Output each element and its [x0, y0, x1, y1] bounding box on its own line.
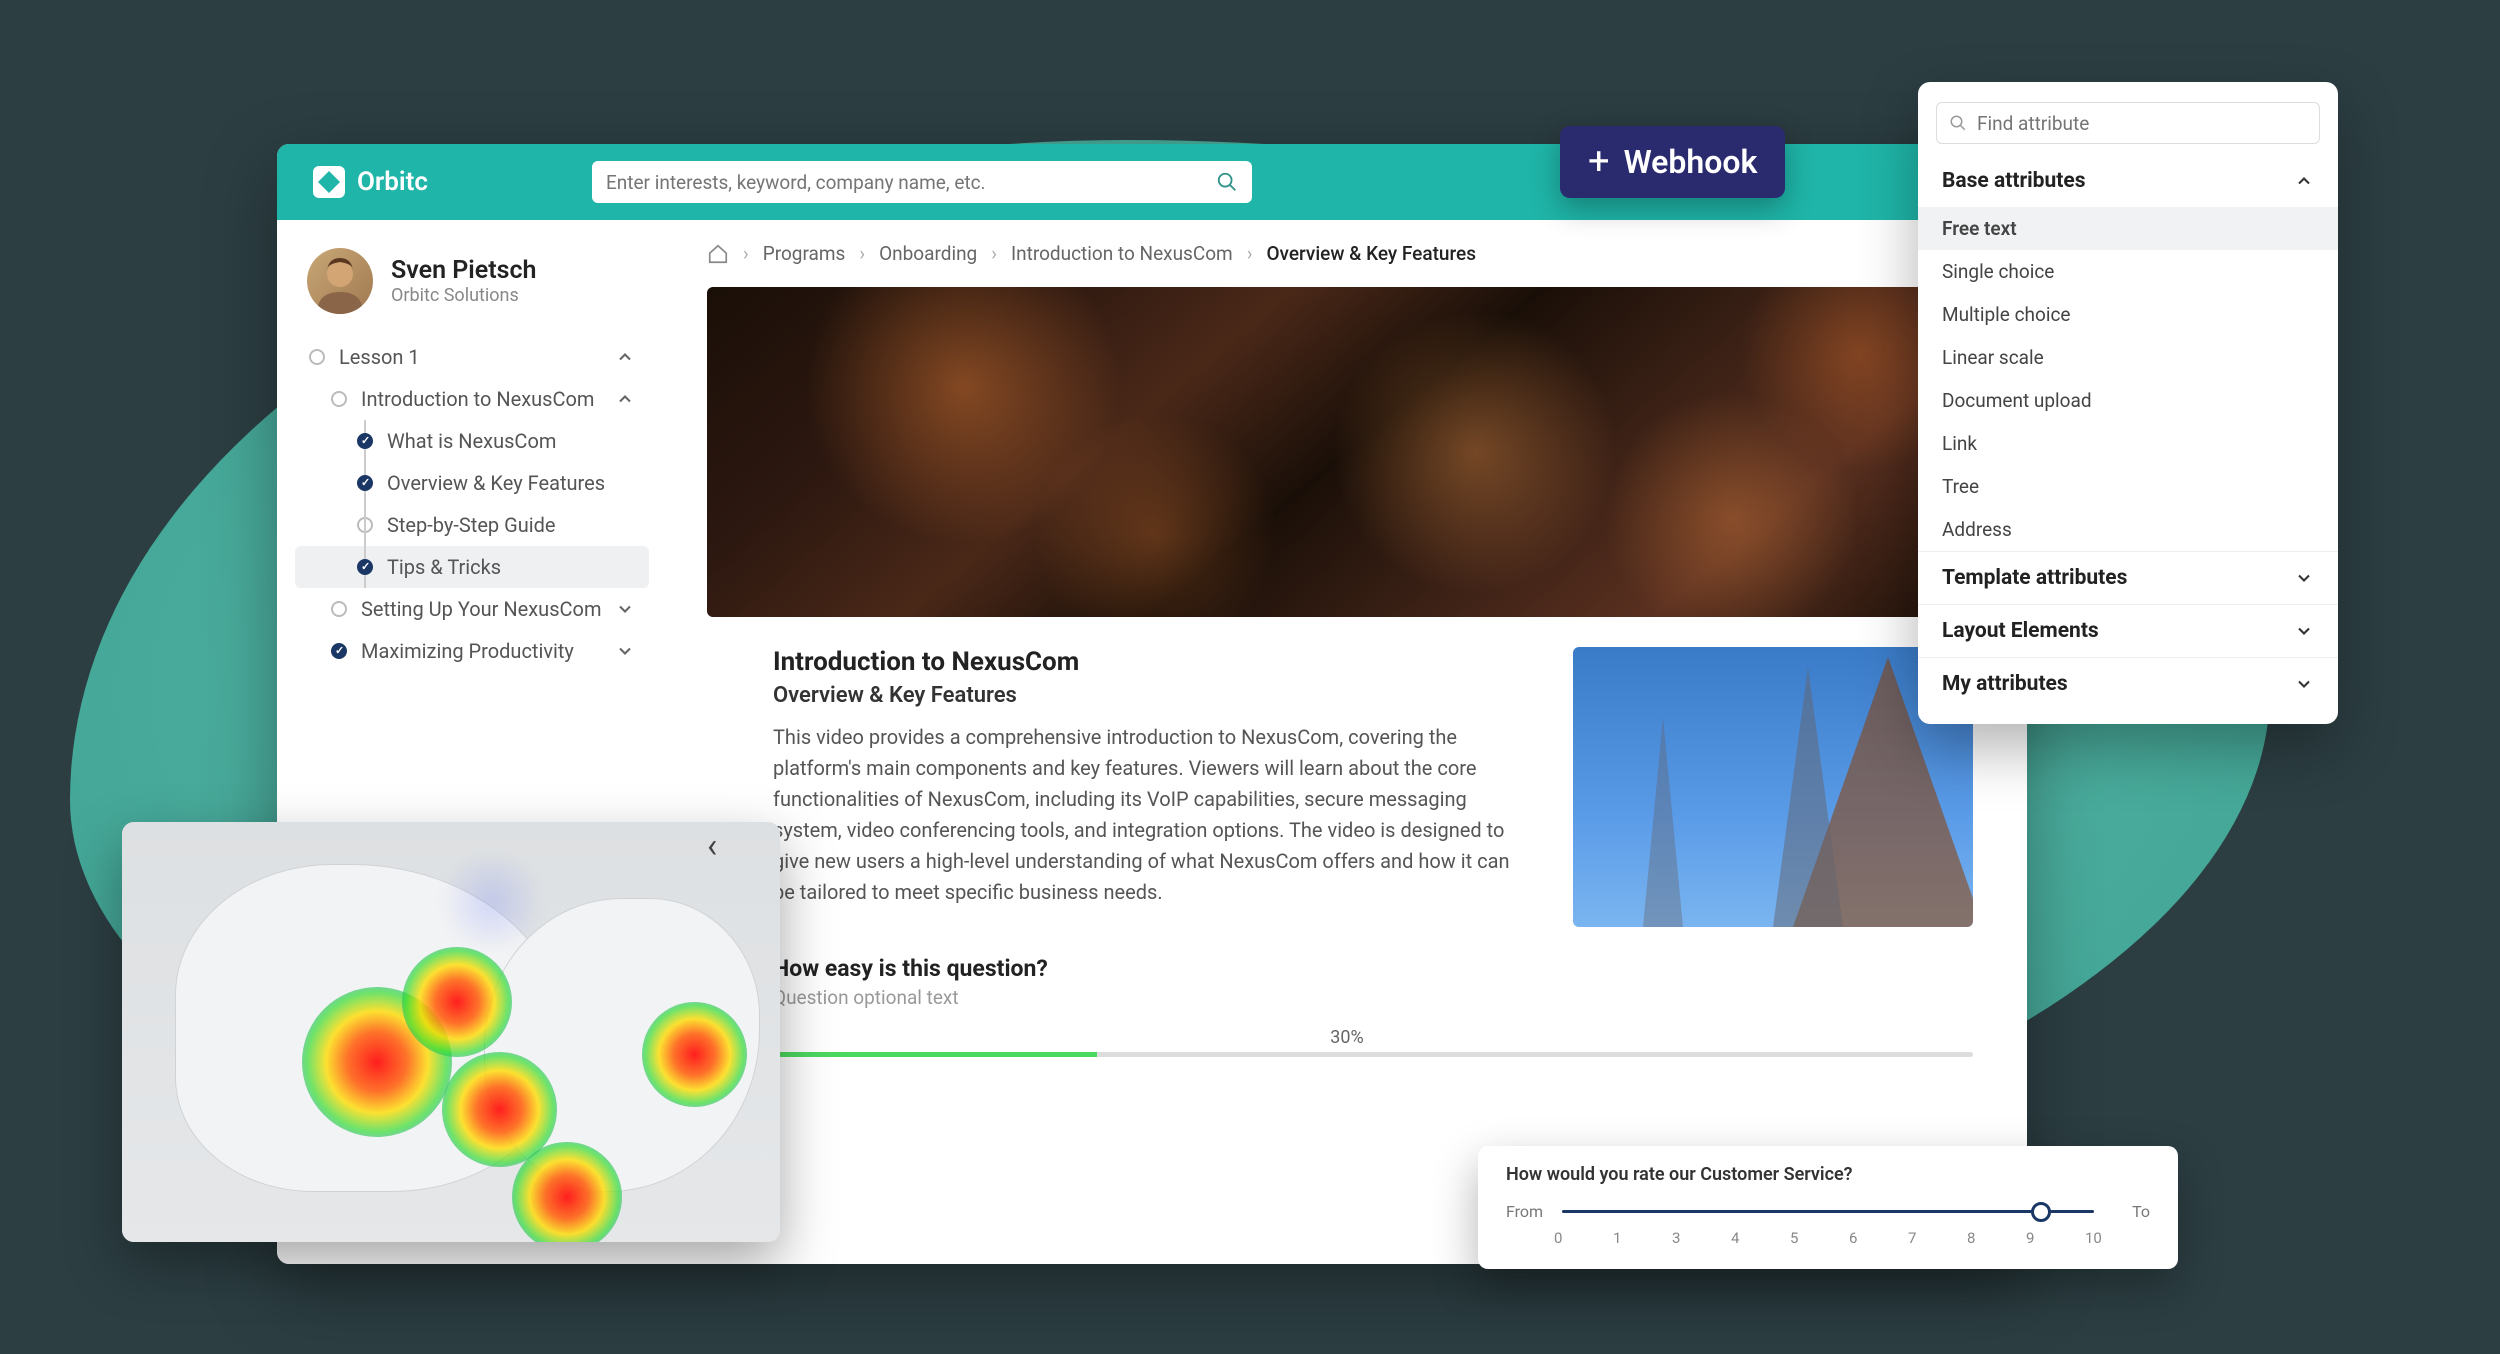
question-title: How easy is this question?: [773, 955, 1921, 982]
heatmap-card: [122, 822, 780, 1242]
slider-question: How would you rate our Customer Service?: [1506, 1164, 2150, 1185]
progress-bar[interactable]: [721, 1052, 1973, 1057]
chevron-down-icon: [2294, 568, 2314, 588]
chevron-right-icon: ›: [859, 242, 865, 265]
nav-overview[interactable]: Overview & Key Features: [295, 462, 649, 504]
brand-logo[interactable]: Orbitc: [313, 166, 428, 198]
rating-slider-card: How would you rate our Customer Service?…: [1478, 1146, 2178, 1269]
slider-track[interactable]: [1562, 1199, 2094, 1223]
chevron-right-icon: ›: [743, 242, 749, 265]
attribute-search-input[interactable]: [1977, 112, 2307, 135]
global-search[interactable]: [592, 161, 1252, 203]
chevron-right-icon: ›: [1247, 242, 1253, 265]
progress: 30%: [667, 1009, 2027, 1075]
plus-icon: +: [1588, 140, 1610, 184]
attr-free-text[interactable]: Free text: [1918, 207, 2338, 250]
nav-guide[interactable]: Step-by-Step Guide: [295, 504, 649, 546]
question-subtitle: Question optional text: [773, 986, 1921, 1009]
nav-label: Overview & Key Features: [387, 471, 605, 495]
chevron-down-icon: [2294, 674, 2314, 694]
attribute-search[interactable]: [1936, 102, 2320, 144]
attr-section-layout[interactable]: Layout Elements: [1918, 604, 2338, 657]
article-title: Introduction to NexusCom: [773, 647, 1533, 677]
breadcrumb: › Programs › Onboarding › Introduction t…: [667, 242, 2027, 265]
check-icon: [357, 433, 373, 449]
hero-image: [707, 287, 1987, 617]
prev-button[interactable]: ‹: [707, 826, 717, 866]
nav-label: Lesson 1: [339, 345, 420, 369]
article-side-image: [1573, 647, 1973, 927]
chevron-down-icon: [2294, 621, 2314, 641]
user-org: Orbitc Solutions: [391, 285, 536, 306]
nav-label: Tips & Tricks: [387, 555, 501, 579]
chevron-down-icon: [615, 641, 635, 661]
nav-label: What is NexusCom: [387, 429, 556, 453]
question-block: How easy is this question? Question opti…: [667, 927, 2027, 1009]
bc-onboarding[interactable]: Onboarding: [879, 242, 977, 265]
slider-ticks: 0 1 3 4 5 6 7 8 9 10: [1554, 1229, 2102, 1247]
chevron-down-icon: [615, 599, 635, 619]
user-block[interactable]: Sven Pietsch Orbitc Solutions: [295, 248, 649, 314]
attr-multiple-choice[interactable]: Multiple choice: [1918, 293, 2338, 336]
attr-single-choice[interactable]: Single choice: [1918, 250, 2338, 293]
progress-label: 30%: [721, 1027, 1973, 1048]
search-input[interactable]: [606, 171, 1216, 194]
article-body: This video provides a comprehensive intr…: [773, 722, 1533, 908]
attributes-panel: Base attributes Free text Single choice …: [1918, 82, 2338, 724]
bc-programs[interactable]: Programs: [763, 242, 846, 265]
nav-intro[interactable]: Introduction to NexusCom: [295, 378, 649, 420]
article: Introduction to NexusCom Overview & Key …: [667, 617, 2027, 927]
avatar: [307, 248, 373, 314]
bc-current: Overview & Key Features: [1266, 242, 1476, 265]
nav-label: Step-by-Step Guide: [387, 513, 556, 537]
nav-maximize[interactable]: Maximizing Productivity: [295, 630, 649, 672]
attr-document-upload[interactable]: Document upload: [1918, 379, 2338, 422]
chevron-up-icon: [2294, 171, 2314, 191]
nav-tips[interactable]: Tips & Tricks: [295, 546, 649, 588]
attr-section-my[interactable]: My attributes: [1918, 657, 2338, 710]
search-icon: [1216, 171, 1238, 193]
nav-setup[interactable]: Setting Up Your NexusCom: [295, 588, 649, 630]
webhook-button[interactable]: + Webhook: [1560, 126, 1785, 198]
brand-name: Orbitc: [357, 167, 428, 197]
nav-label: Maximizing Productivity: [361, 639, 574, 663]
bullet-icon: [309, 349, 325, 365]
nav-label: Introduction to NexusCom: [361, 387, 594, 411]
check-icon: [331, 643, 347, 659]
bullet-icon: [331, 391, 347, 407]
check-icon: [357, 559, 373, 575]
attr-link[interactable]: Link: [1918, 422, 2338, 465]
bc-intro[interactable]: Introduction to NexusCom: [1011, 242, 1233, 265]
attr-section-base[interactable]: Base attributes: [1918, 154, 2338, 207]
attr-section-template[interactable]: Template attributes: [1918, 551, 2338, 604]
nav-lesson-1[interactable]: Lesson 1: [295, 336, 649, 378]
check-icon: [357, 475, 373, 491]
webhook-label: Webhook: [1624, 143, 1758, 181]
attr-address[interactable]: Address: [1918, 508, 2338, 551]
chevron-up-icon: [615, 389, 635, 409]
slider-from-label: From: [1506, 1202, 1546, 1221]
search-icon: [1949, 114, 1967, 132]
article-subtitle: Overview & Key Features: [773, 683, 1533, 708]
slider-thumb[interactable]: [2031, 1202, 2051, 1222]
attr-tree[interactable]: Tree: [1918, 465, 2338, 508]
attr-linear-scale[interactable]: Linear scale: [1918, 336, 2338, 379]
nav-what-is[interactable]: What is NexusCom: [295, 420, 649, 462]
bullet-icon: [331, 601, 347, 617]
content-area: › Programs › Onboarding › Introduction t…: [667, 220, 2027, 1264]
home-icon[interactable]: [707, 243, 729, 265]
chevron-up-icon: [615, 347, 635, 367]
logo-mark-icon: [313, 166, 345, 198]
chevron-right-icon: ›: [991, 242, 997, 265]
nav-label: Setting Up Your NexusCom: [361, 597, 601, 621]
user-name: Sven Pietsch: [391, 256, 536, 285]
slider-to-label: To: [2110, 1202, 2150, 1221]
